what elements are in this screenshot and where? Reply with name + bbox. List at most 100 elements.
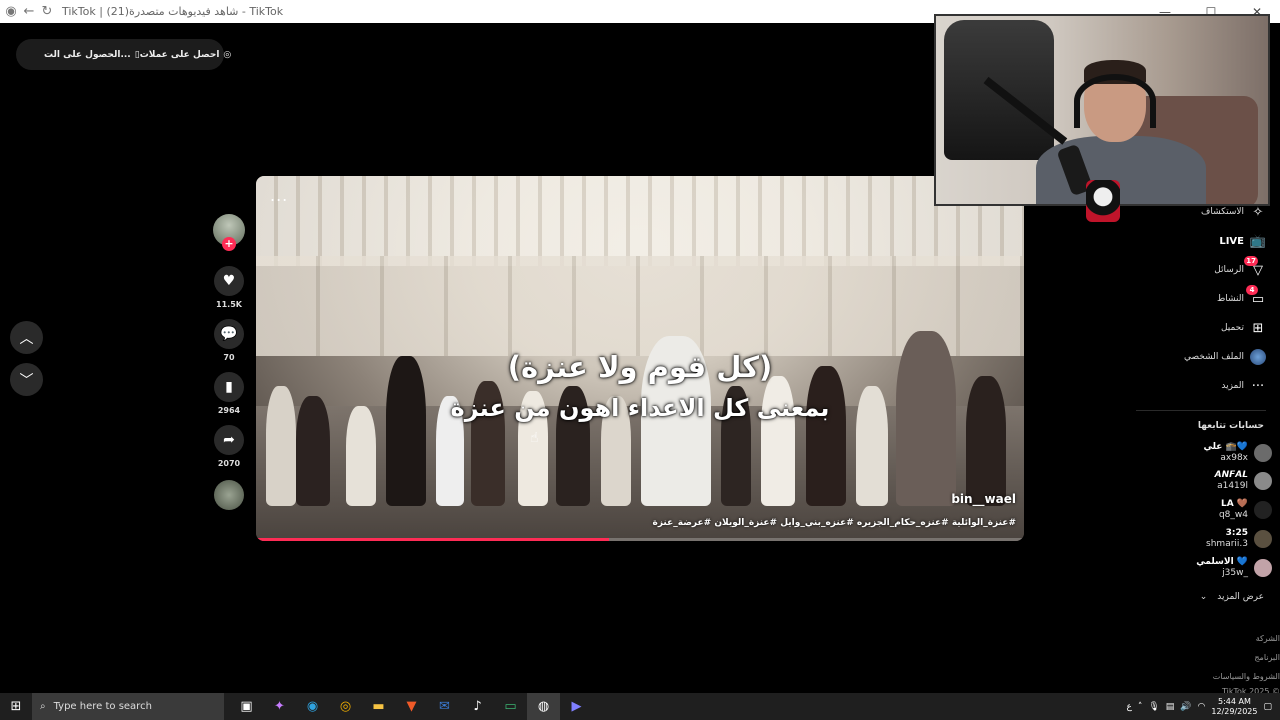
chevron-down-icon: ⌄ — [1199, 592, 1208, 602]
wifi-icon[interactable]: ◠ — [1198, 702, 1206, 712]
music-disc[interactable] — [214, 480, 244, 510]
sidebar-item-live[interactable]: 📺 LIVE — [1219, 233, 1266, 249]
taskbar-search-placeholder: Type here to search — [53, 701, 152, 712]
mouse-cursor-icon: ☝ — [530, 430, 539, 446]
explore-icon: ✧ — [1252, 204, 1264, 220]
sidebar-item-label: المزيد — [1221, 381, 1244, 391]
browser-title: TikTok | شاهد فيديوهات متصدرة(21) - TikT… — [62, 5, 284, 18]
coin-icon: ◎ — [223, 49, 232, 60]
video-progress-bar[interactable] — [256, 538, 1024, 541]
sidebar-item-activity[interactable]: ▭ 4 النشاط — [1216, 285, 1266, 307]
save-count: 2964 — [217, 406, 241, 415]
sidebar-item-explore[interactable]: ✧ الاستكشاف — [1201, 204, 1266, 220]
windows-taskbar: ⊞ ⌕ Type here to search ▣ ✦ ◉ ◎ ▬ ▼ ✉ ♪ … — [0, 693, 1280, 720]
following-account[interactable]: 3:25 shmarii.3 — [1206, 528, 1272, 550]
chevron-up-icon: ︿ — [19, 330, 34, 347]
footer-link-terms[interactable]: الشروط والسياسات — [1213, 672, 1280, 681]
get-app-label: الحصول على الت... — [44, 49, 131, 60]
share-icon: ➦ — [223, 432, 235, 448]
video-subtitle-line1: (كل قوم ولا عنزة) — [507, 350, 773, 384]
video-player[interactable]: ... (كل قوم ولا عنزة) بمعنى كل الاعداء ا… — [256, 176, 1024, 541]
chrome-icon[interactable]: ◎ — [329, 693, 362, 720]
following-name: 𝘼𝙉𝙁𝘼𝙇 — [1214, 470, 1248, 480]
taskbar-apps: ▣ ✦ ◉ ◎ ▬ ▼ ✉ ♪ ▭ ◍ ▶ — [230, 693, 593, 720]
edge-icon[interactable]: ◉ — [296, 693, 329, 720]
messages-badge: 17 — [1244, 256, 1258, 266]
get-app-button[interactable]: الحصول على الت... ▯ — [44, 50, 140, 60]
following-account[interactable]: LA 🤎 q8_w4 — [1219, 499, 1272, 521]
footer-link-company[interactable]: الشركة — [1256, 634, 1280, 643]
save-button[interactable]: ▮ — [214, 372, 244, 402]
brave-icon[interactable]: ▼ — [395, 693, 428, 720]
like-button[interactable]: ♥ — [214, 266, 244, 296]
volume-icon[interactable]: 🔊 — [1180, 702, 1191, 712]
live-icon: 📺 — [1249, 233, 1267, 249]
comment-button[interactable]: 💬 — [214, 319, 244, 349]
sidebar-item-upload[interactable]: ⊞ تحميل — [1221, 320, 1266, 336]
microphone-icon[interactable]: 🎙 — [1148, 702, 1159, 712]
following-avatar — [1254, 501, 1272, 519]
video-more-options[interactable]: ... — [270, 186, 288, 205]
following-account[interactable]: 𝘼𝙉𝙁𝘼𝙇 a1419l — [1215, 470, 1272, 492]
sidebar-item-label: الرسائل — [1214, 265, 1244, 275]
previous-video-button[interactable]: ︿ — [10, 321, 43, 354]
back-icon[interactable]: ← — [22, 4, 36, 19]
following-avatar — [1254, 444, 1272, 462]
search-icon: ⌕ — [40, 701, 46, 712]
see-more-button[interactable]: ⌄ عرض المزيد — [1200, 592, 1264, 602]
bookmark-icon: ▮ — [225, 379, 233, 395]
taskbar-search[interactable]: ⌕ Type here to search — [32, 693, 224, 720]
taskbar-clock[interactable]: 5:44 AM 12/29/2025 — [1211, 697, 1257, 717]
following-handle: q8_w4 — [1218, 510, 1248, 520]
heart-icon: ♥ — [222, 273, 236, 289]
top-actions-pill: الحصول على الت... ▯ احصل على عملات ◎ — [16, 39, 231, 70]
screen: ◉ ← ↻ TikTok | شاهد فيديوهات متصدرة(21) … — [0, 0, 1280, 720]
copilot-icon[interactable]: ✦ — [263, 693, 296, 720]
following-avatar — [1254, 472, 1272, 490]
next-video-button[interactable]: ﹀ — [10, 363, 43, 396]
footer-link-program[interactable]: البرنامج — [1254, 653, 1280, 662]
following-account[interactable]: علي 🕋💙 ax98x — [1204, 442, 1272, 464]
clock-date: 12/29/2025 — [1211, 706, 1258, 716]
video-hashtags[interactable]: #عنزة_الوائلية #عنزه_حكام_الجزيره #عنزه_… — [653, 518, 1016, 528]
webcam-overlay — [934, 14, 1270, 206]
network-icon[interactable]: ▤ — [1166, 702, 1175, 712]
following-account[interactable]: الاسلمي 💙 j35w_ — [1196, 557, 1272, 579]
comment-icon: 💬 — [220, 326, 238, 342]
following-avatar — [1254, 559, 1272, 577]
sidebar-item-label: النشاط — [1216, 294, 1244, 304]
follow-plus-icon[interactable]: + — [222, 237, 236, 251]
creator-avatar[interactable]: + — [213, 214, 245, 251]
upload-icon: ⊞ — [1252, 320, 1264, 336]
file-explorer-icon[interactable]: ▬ — [362, 693, 395, 720]
streamer-logo-icon — [1086, 180, 1120, 222]
following-handle: a1419l — [1217, 481, 1248, 491]
tiktok-icon[interactable]: ♪ — [461, 693, 494, 720]
activity-badge: 4 — [1246, 285, 1258, 295]
windows-start-icon[interactable]: ⊞ — [0, 693, 32, 720]
share-count: 2070 — [217, 459, 241, 468]
see-more-label: عرض المزيد — [1217, 592, 1264, 602]
following-name: 3:25 — [1225, 528, 1248, 538]
share-button[interactable]: ➦ — [214, 425, 244, 455]
profile-icon — [1250, 349, 1266, 365]
task-view-icon[interactable]: ▣ — [230, 693, 263, 720]
activity-icon: ▭ 4 — [1246, 285, 1266, 307]
media-player-icon[interactable]: ▶ — [560, 693, 593, 720]
sidebar-item-profile[interactable]: الملف الشخصي — [1184, 349, 1266, 365]
notifications-icon[interactable]: ▢ — [1263, 702, 1272, 712]
following-handle: ax98x — [1220, 453, 1248, 463]
sidebar-item-messages[interactable]: ▽ 17 الرسائل — [1214, 256, 1266, 278]
sidebar-item-more[interactable]: ··· المزيد — [1221, 378, 1266, 394]
like-count: 11.5K — [216, 300, 242, 309]
terminal-icon[interactable]: ▭ — [494, 693, 527, 720]
comment-count: 70 — [223, 353, 235, 362]
video-author[interactable]: bin__wael — [951, 492, 1016, 506]
more-icon: ··· — [1251, 378, 1265, 394]
mail-icon[interactable]: ✉ — [428, 693, 461, 720]
refresh-icon[interactable]: ↻ — [40, 4, 54, 19]
chevron-up-icon[interactable]: ˄ — [1138, 702, 1143, 712]
language-indicator[interactable]: ع — [1126, 702, 1131, 712]
get-coins-button[interactable]: احصل على عملات ◎ — [140, 50, 232, 60]
obs-icon[interactable]: ◍ — [527, 693, 560, 720]
